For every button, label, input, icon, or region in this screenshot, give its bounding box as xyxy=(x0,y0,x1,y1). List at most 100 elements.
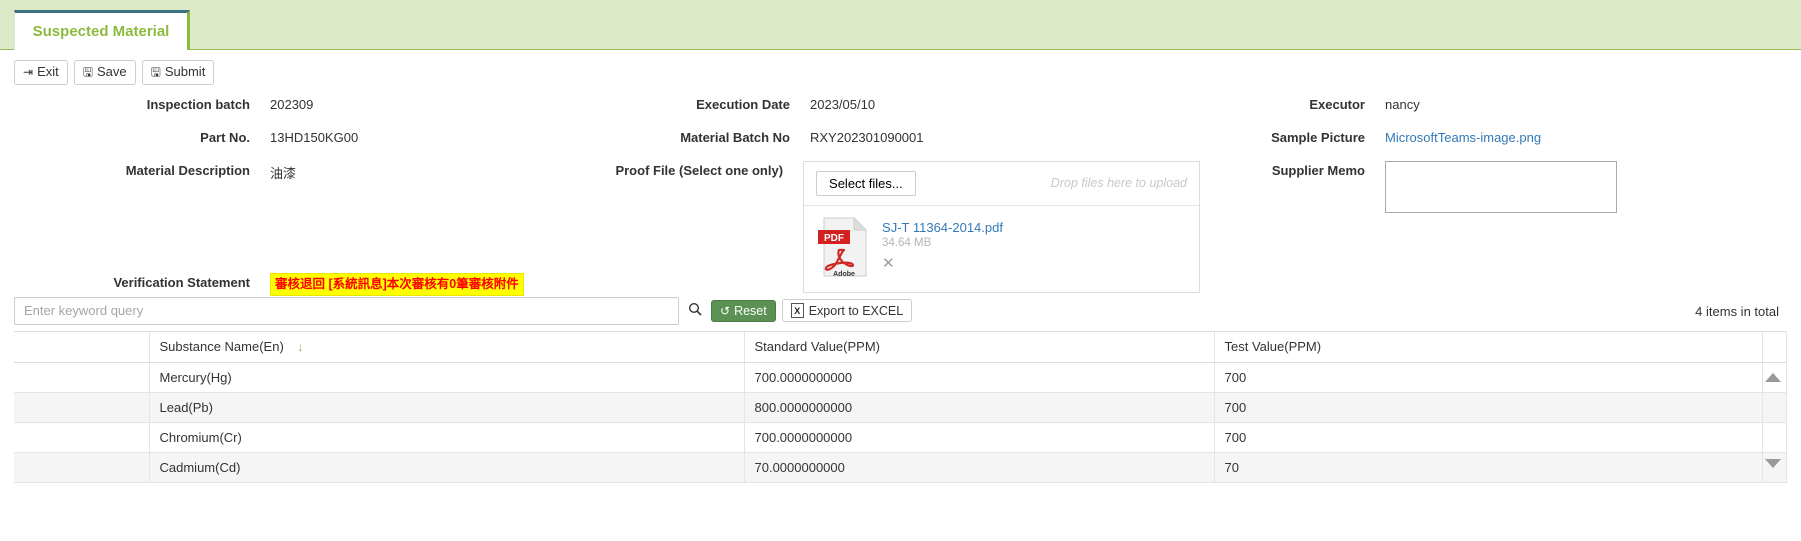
file-upload-header: Select files... Drop files here to uploa… xyxy=(804,162,1199,206)
field-material-batch-no: Material Batch No RXY202301090001 xyxy=(600,128,1200,145)
export-excel-label: Export to EXCEL xyxy=(808,303,904,318)
svg-text:Adobe: Adobe xyxy=(833,271,855,278)
cell-standard-value: 700.0000000000 xyxy=(744,421,1215,453)
cell-standard-value: 800.0000000000 xyxy=(744,391,1215,423)
sort-descending-icon[interactable]: ↓ xyxy=(297,340,303,354)
save-icon: 🖫 xyxy=(82,65,93,80)
field-label: Verification Statement xyxy=(113,274,250,290)
excel-icon: X xyxy=(790,303,804,319)
pdf-file-icon: PDF Adobe xyxy=(816,216,872,278)
exit-button-label: Exit xyxy=(37,64,59,79)
exit-icon: ⇥ xyxy=(23,65,34,80)
detail-form: Inspection batch 202309 Part No. 13HD150… xyxy=(0,91,1801,296)
submit-button[interactable]: 🖫 Submit xyxy=(141,60,215,85)
submit-button-label: Submit xyxy=(164,64,206,79)
column-header-select xyxy=(14,330,150,363)
field-label: Executor xyxy=(1309,96,1365,112)
items-total-label: 4 items in total xyxy=(1695,303,1779,319)
row-select-cell[interactable] xyxy=(14,361,150,393)
field-value: 202309 xyxy=(270,96,314,112)
field-executor: Executor nancy xyxy=(1200,95,1800,112)
column-header-substance[interactable]: Substance Name(En) ↓ xyxy=(149,330,745,363)
field-part-no: Part No. 13HD150KG00 xyxy=(0,128,600,145)
table-row[interactable]: Chromium(Cr) 700.0000000000 700 xyxy=(14,421,1787,453)
field-value: 2023/05/10 xyxy=(810,96,876,112)
submit-icon: 🖫 xyxy=(150,65,161,80)
cell-substance: Cadmium(Cd) xyxy=(149,451,745,483)
table-row[interactable]: Lead(Pb) 800.0000000000 700 xyxy=(14,391,1787,423)
table-body: Mercury(Hg) 700.0000000000 700 Lead(Pb) … xyxy=(14,361,1787,483)
row-spacer-cell xyxy=(1762,391,1787,423)
row-select-cell[interactable] xyxy=(14,391,150,423)
column-header-substance-label: Substance Name(En) xyxy=(159,339,284,355)
remove-file-icon[interactable]: ✕ xyxy=(882,256,895,271)
supplier-memo-input[interactable] xyxy=(1385,160,1617,213)
table-head: Substance Name(En) ↓ Standard Value(PPM)… xyxy=(14,330,1787,363)
search-toolbar: ↺ Reset X Export to EXCEL 4 items in tot… xyxy=(0,291,1801,331)
cell-test-value: 700 xyxy=(1214,391,1763,423)
field-label: Execution Date xyxy=(696,96,790,112)
field-sample-picture: Sample Picture MicrosoftTeams-image.png xyxy=(1200,128,1800,145)
form-column-right: Executor nancy Sample Picture MicrosoftT… xyxy=(1200,95,1800,229)
field-label: Sample Picture xyxy=(1271,129,1365,145)
field-value: RXY202301090001 xyxy=(810,129,924,145)
field-value: nancy xyxy=(1385,96,1420,112)
save-button-label: Save xyxy=(96,64,127,79)
table-header-row: Substance Name(En) ↓ Standard Value(PPM)… xyxy=(14,330,1787,363)
field-label: Material Batch No xyxy=(680,129,790,145)
select-files-button[interactable]: Select files... xyxy=(816,170,916,196)
row-select-cell[interactable] xyxy=(14,421,150,453)
field-material-description: Material Description 油漆 xyxy=(0,161,600,182)
uploaded-file-list: PDF Adobe SJ-T 11364-2014.pdf 34.64 MB ✕ xyxy=(804,206,1199,292)
field-supplier-memo: Supplier Memo xyxy=(1200,160,1800,213)
svg-text:PDF: PDF xyxy=(824,233,844,244)
uploaded-file-name[interactable]: SJ-T 11364-2014.pdf xyxy=(882,220,1003,235)
action-toolbar: ⇥ Exit 🖫 Save 🖫 Submit xyxy=(0,50,1801,91)
sample-picture-link[interactable]: MicrosoftTeams-image.png xyxy=(1365,128,1541,145)
substance-table: Substance Name(En) ↓ Standard Value(PPM)… xyxy=(14,330,1787,483)
cell-test-value: 70 xyxy=(1214,451,1763,483)
column-header-spacer xyxy=(1762,330,1787,363)
table-row[interactable]: Cadmium(Cd) 70.0000000000 70 xyxy=(14,451,1787,483)
field-label: Material Description xyxy=(125,162,250,178)
cell-standard-value: 700.0000000000 xyxy=(744,361,1215,393)
form-column-left: Inspection batch 202309 Part No. 13HD150… xyxy=(0,95,600,198)
field-value: 油漆 xyxy=(270,165,297,181)
column-header-standard-value[interactable]: Standard Value(PPM) xyxy=(744,330,1215,363)
field-label: Inspection batch xyxy=(146,96,250,112)
tab-label: Suspected Material xyxy=(32,23,170,40)
field-label: Supplier Memo xyxy=(1271,162,1365,178)
cell-substance: Lead(Pb) xyxy=(149,391,745,423)
row-select-cell[interactable] xyxy=(14,451,150,483)
search-input[interactable] xyxy=(14,296,679,325)
table-row[interactable]: Mercury(Hg) 700.0000000000 700 xyxy=(14,361,1787,393)
exit-button[interactable]: ⇥ Exit xyxy=(14,60,68,85)
scroll-down-arrow-icon[interactable] xyxy=(1765,458,1781,468)
field-value: 13HD150KG00 xyxy=(270,129,359,145)
uploaded-file-size: 34.64 MB xyxy=(882,236,932,249)
form-column-middle: Execution Date 2023/05/10 Material Batch… xyxy=(600,95,1200,309)
tab-strip: Suspected Material xyxy=(0,0,1801,50)
reset-icon: ↺ xyxy=(720,303,731,318)
field-inspection-batch: Inspection batch 202309 xyxy=(0,95,600,112)
cell-substance: Mercury(Hg) xyxy=(149,361,745,393)
field-label: Part No. xyxy=(200,129,250,145)
cell-substance: Chromium(Cr) xyxy=(149,421,745,453)
export-excel-button[interactable]: X Export to EXCEL xyxy=(781,299,913,323)
column-header-test-value[interactable]: Test Value(PPM) xyxy=(1214,330,1763,363)
file-upload-widget[interactable]: Select files... Drop files here to uploa… xyxy=(803,160,1200,293)
row-spacer-cell xyxy=(1762,421,1787,453)
cell-test-value: 700 xyxy=(1214,361,1763,393)
scroll-up-arrow-icon[interactable] xyxy=(1765,372,1781,382)
drop-files-hint: Drop files here to upload xyxy=(1050,176,1187,191)
uploaded-file-item: SJ-T 11364-2014.pdf 34.64 MB ✕ xyxy=(882,216,1003,278)
tab-suspected-material[interactable]: Suspected Material xyxy=(14,10,190,50)
cell-standard-value: 70.0000000000 xyxy=(744,451,1215,483)
reset-button[interactable]: ↺ Reset xyxy=(711,299,776,322)
search-icon[interactable] xyxy=(685,302,705,319)
field-proof-file: Proof File (Select one only) Select file… xyxy=(600,160,1200,293)
reset-button-label: Reset xyxy=(734,303,767,318)
field-label: Proof File (Select one only) xyxy=(615,162,784,178)
substance-table-wrapper: Substance Name(En) ↓ Standard Value(PPM)… xyxy=(0,330,1801,483)
save-button[interactable]: 🖫 Save xyxy=(73,60,136,85)
